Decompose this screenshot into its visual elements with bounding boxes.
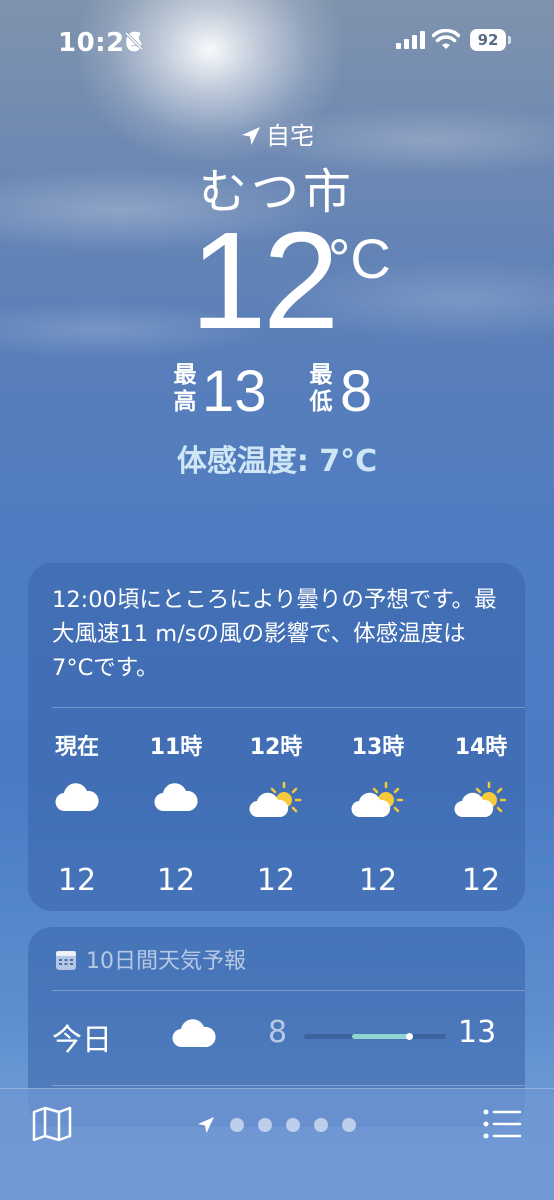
current-temp-marker <box>406 1033 414 1040</box>
hour-label: 12時 <box>249 735 303 760</box>
list-icon[interactable] <box>482 1108 522 1144</box>
feels-like: 体感温度: 7°C <box>176 444 378 479</box>
cellular-signal-icon <box>396 31 426 53</box>
day-high-temp: 13 <box>458 1015 497 1050</box>
high-value: 13 <box>202 359 267 424</box>
hour-item[interactable]: 現在 12 <box>32 729 122 898</box>
daily-title-text: 10日間天気予報 <box>86 949 246 974</box>
page-dot[interactable] <box>314 1118 328 1132</box>
location-arrow-icon <box>196 1115 216 1139</box>
status-bar: 10:26 92 <box>0 0 554 80</box>
partly-sunny-icon <box>333 781 423 841</box>
hourly-forecast-card[interactable]: 12:00頃にところにより曇りの予想です。最大風速11 m/sの風の影響で、体感… <box>28 563 525 911</box>
bell-slash-icon <box>124 31 144 55</box>
hour-item[interactable]: 13時 12 <box>333 729 423 898</box>
location-label: 自宅 <box>266 122 314 150</box>
card-divider <box>52 990 525 991</box>
day-label: 今日 <box>52 1023 112 1058</box>
hour-item[interactable]: 14時 12 <box>436 729 526 898</box>
cloud-icon <box>32 781 122 841</box>
battery-icon: 92 <box>470 29 506 51</box>
partly-sunny-icon <box>436 781 526 841</box>
hour-label: 現在 <box>54 735 99 760</box>
battery-tip <box>508 36 511 44</box>
hour-temp: 12 <box>156 863 196 898</box>
hour-item[interactable]: 11時 12 <box>131 729 221 898</box>
hour-label: 14時 <box>454 735 508 760</box>
low-value: 8 <box>340 359 373 424</box>
day-low-temp: 8 <box>268 1015 288 1050</box>
card-divider <box>52 707 525 708</box>
temperature-unit: °C <box>328 227 391 290</box>
hour-label: 13時 <box>351 735 405 760</box>
page-dot[interactable] <box>342 1118 356 1132</box>
page-dot[interactable] <box>286 1118 300 1132</box>
hour-temp: 12 <box>256 863 296 898</box>
card-divider <box>52 1085 525 1086</box>
cloud-icon <box>131 781 221 841</box>
hour-temp: 12 <box>57 863 97 898</box>
calendar-icon <box>56 951 76 970</box>
hour-label: 11時 <box>149 735 203 760</box>
temperature-range-bar <box>304 1033 446 1040</box>
daily-forecast-title: 10日間天気予報 <box>54 943 246 975</box>
low-label: 最低 <box>309 362 333 415</box>
wifi-icon <box>431 28 461 55</box>
map-icon[interactable] <box>32 1106 72 1146</box>
temperature-range-fill <box>352 1034 412 1039</box>
partly-sunny-icon <box>231 781 321 841</box>
hour-temp: 12 <box>461 863 501 898</box>
high-low-row: 最高 13 最低 8 <box>172 359 392 424</box>
high-label: 最高 <box>173 362 197 415</box>
hour-temp: 12 <box>358 863 398 898</box>
bottom-toolbar <box>0 1088 554 1200</box>
page-dot[interactable] <box>230 1118 244 1132</box>
current-temperature: 12 <box>190 204 339 358</box>
page-dot[interactable] <box>258 1118 272 1132</box>
cloud-icon <box>170 1017 218 1055</box>
location-arrow-icon <box>242 127 260 145</box>
weather-summary: 12:00頃にところにより曇りの予想です。最大風速11 m/sの風の影響で、体感… <box>52 587 497 681</box>
current-location-row: 自宅 <box>0 116 554 151</box>
hour-item[interactable]: 12時 12 <box>231 729 321 898</box>
